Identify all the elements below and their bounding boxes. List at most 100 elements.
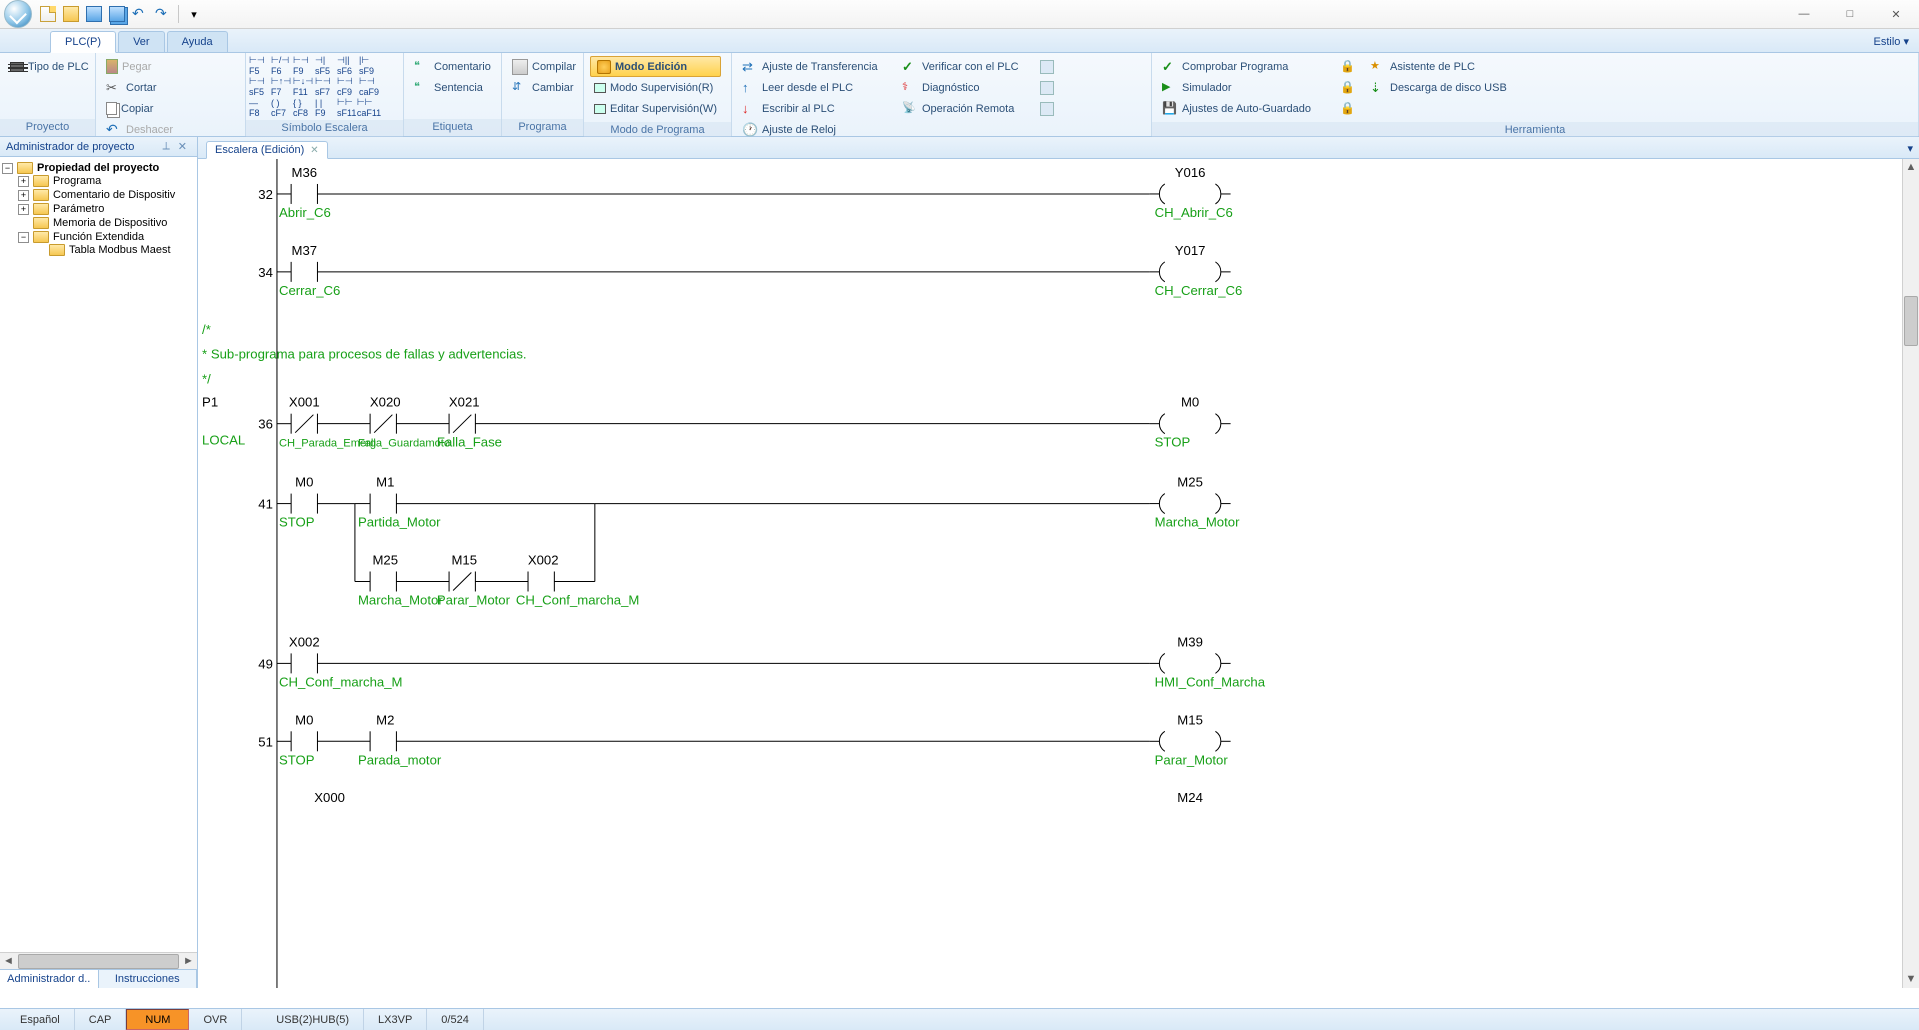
maximize-button[interactable]: □ — [1827, 0, 1873, 29]
tree-programa[interactable]: Programa — [51, 175, 101, 187]
svg-text:M2: M2 — [376, 712, 394, 727]
ladder-symbol[interactable]: ⊢⊣ sF5 — [248, 76, 270, 97]
tool-lock-1[interactable] — [1336, 56, 1356, 77]
qat-undo[interactable] — [130, 4, 150, 24]
svg-text:HMI_Conf_Marcha: HMI_Conf_Marcha — [1155, 674, 1266, 689]
tool-lock-3[interactable] — [1336, 98, 1356, 119]
svg-text:M24: M24 — [1177, 790, 1203, 805]
tree-parametro[interactable]: Parámetro — [51, 203, 104, 215]
expander-icon[interactable]: + — [18, 176, 29, 187]
qat-new[interactable] — [38, 4, 58, 24]
minimize-button[interactable]: — — [1781, 0, 1827, 29]
tree-memoria[interactable]: Memoria de Dispositivo — [51, 217, 167, 229]
ladder-symbol[interactable]: ⊢⊣ cF9 — [336, 76, 358, 97]
panel-close-icon[interactable]: ✕ — [174, 140, 191, 153]
status-ovr: OVR — [189, 1009, 242, 1030]
plc-wizard-button[interactable]: Asistente de PLC — [1366, 56, 1511, 77]
ladder-symbol[interactable]: — F8 — [248, 97, 270, 118]
folder-icon — [33, 189, 49, 201]
tree-comentario[interactable]: Comentario de Dispositiv — [51, 189, 175, 201]
close-button[interactable]: ✕ — [1873, 0, 1919, 29]
edit-mode-button[interactable]: Modo Edición — [590, 56, 721, 77]
write-plc-button[interactable]: Escribir al PLC — [738, 98, 888, 119]
compile-button[interactable]: Compilar — [508, 56, 580, 77]
monitor-r-button[interactable]: Modo Supervisión(R) — [590, 77, 721, 98]
project-tree[interactable]: − Propiedad del proyecto + Programa + Comen… — [0, 157, 197, 952]
pin-icon[interactable]: ⟂ — [158, 140, 173, 153]
comment-button[interactable]: Comentario — [410, 56, 495, 77]
remote-op-button[interactable]: Operación Remota — [898, 98, 1026, 119]
ladder-symbol[interactable]: ⊢↑⊣ F7 — [270, 76, 292, 97]
ladder-symbol[interactable]: ⊢↓⊣ F11 — [292, 76, 314, 97]
app-logo[interactable] — [4, 0, 32, 28]
cut-button[interactable]: Cortar — [102, 77, 161, 98]
svg-text:/*: /* — [202, 322, 211, 337]
group-simbolo: Símbolo Escalera — [246, 120, 403, 137]
qat-saveall[interactable] — [107, 4, 127, 24]
plc-type-button[interactable]: Tipo de PLC — [6, 56, 93, 77]
copy-button[interactable]: Copiar — [102, 98, 161, 119]
ladder-symbol[interactable]: ⊢⊣ F9 — [292, 55, 314, 76]
ladder-symbol[interactable]: ⊢⊢ sF11 — [336, 97, 358, 118]
expander-icon[interactable]: − — [2, 163, 13, 174]
simulator-button[interactable]: Simulador — [1158, 77, 1326, 98]
ladder-symbol[interactable]: ( ) cF7 — [270, 97, 292, 118]
ladder-symbol[interactable]: ⊢⊣ F5 — [248, 55, 270, 76]
ladder-symbol[interactable]: ⊢⊢ caF11 — [358, 97, 380, 118]
svg-text:LOCAL: LOCAL — [202, 433, 245, 448]
expander-icon[interactable]: + — [18, 190, 29, 201]
svg-text:Marcha_Motor: Marcha_Motor — [1155, 515, 1240, 530]
tab-close-icon[interactable]: ✕ — [310, 145, 318, 156]
diagnostic-button[interactable]: Diagnóstico — [898, 77, 1026, 98]
qat-open[interactable] — [61, 4, 81, 24]
status-cap: CAP — [75, 1009, 127, 1030]
verify-plc-button[interactable]: Verificar con el PLC — [898, 56, 1026, 77]
online-small-1[interactable] — [1036, 56, 1056, 77]
svg-text:P1: P1 — [202, 395, 218, 410]
tool-lock-2[interactable] — [1336, 77, 1356, 98]
tree-modbus[interactable]: Tabla Modbus Maest — [67, 244, 171, 256]
ladder-symbol[interactable]: ⊣|| sF6 — [336, 55, 358, 76]
ladder-symbol[interactable]: | | F9 — [314, 97, 336, 118]
qat-redo[interactable] — [153, 4, 173, 24]
tab-ver[interactable]: Ver — [118, 31, 165, 52]
tab-plc[interactable]: PLC(P) — [50, 31, 116, 53]
editor-tabs-dropdown[interactable]: ▾ — [1901, 139, 1919, 158]
usb-download-button[interactable]: Descarga de disco USB — [1366, 77, 1511, 98]
ladder-symbol[interactable]: ⊢⊣ caF9 — [358, 76, 380, 97]
scroll-thumb[interactable] — [1904, 296, 1918, 346]
read-plc-button[interactable]: Leer desde el PLC — [738, 77, 888, 98]
ladder-symbol[interactable]: ⊢/⊣ F6 — [270, 55, 292, 76]
qat-save[interactable] — [84, 4, 104, 24]
ladder-symbol[interactable]: ⊢⊣ sF7 — [314, 76, 336, 97]
statement-button[interactable]: Sentencia — [410, 77, 495, 98]
panel-tab-instr[interactable]: Instrucciones — [99, 970, 198, 988]
paste-button[interactable]: Pegar — [102, 56, 161, 77]
ladder-symbol[interactable]: |⊢ sF9 — [358, 55, 380, 76]
expander-icon[interactable]: + — [18, 204, 29, 215]
expander-icon[interactable]: − — [18, 232, 29, 243]
switch-button[interactable]: Cambiar — [508, 77, 580, 98]
ladder-symbol[interactable]: { } cF8 — [292, 97, 314, 118]
online-small-3[interactable] — [1036, 98, 1056, 119]
tree-funcion[interactable]: Función Extendida — [51, 231, 144, 243]
monitor-w-button[interactable]: Editar Supervisión(W) — [590, 98, 721, 119]
transfer-settings-button[interactable]: Ajuste de Transferencia — [738, 56, 888, 77]
tab-ayuda[interactable]: Ayuda — [167, 31, 228, 52]
autosave-button[interactable]: Ajustes de Auto-Guardado — [1158, 98, 1326, 119]
ladder-canvas[interactable]: 32 M36 Abrir_C6 Y016 CH_Abrir_C6 34 M37 — [198, 159, 1919, 988]
editor-vscrollbar[interactable]: ▲▼ — [1902, 159, 1919, 988]
tree-root[interactable]: Propiedad del proyecto — [35, 162, 159, 174]
ladder-symbol[interactable]: ⊣| sF5 — [314, 55, 336, 76]
folder-icon — [33, 175, 49, 187]
status-bar: Español CAP NUM OVR USB(2)HUB(5) LX3VP 0… — [0, 1008, 1919, 1030]
style-dropdown[interactable]: Estilo ▾ — [1864, 31, 1919, 52]
panel-hscrollbar[interactable]: ◄► — [0, 952, 197, 969]
online-small-2[interactable] — [1036, 77, 1056, 98]
qat-customize[interactable]: ▾ — [184, 4, 204, 24]
svg-text:M25: M25 — [1177, 475, 1203, 490]
check-program-button[interactable]: Comprobar Programa — [1158, 56, 1326, 77]
ladder-symbol-grid[interactable]: ⊢⊣ F5⊢/⊣ F6⊢⊣ F9⊣| sF5⊣|| sF6|⊢ sF9 ⊢⊣ sF… — [248, 55, 380, 118]
panel-tab-admin[interactable]: Administrador d.. — [0, 970, 99, 988]
editor-tab-ladder[interactable]: Escalera (Edición)✕ — [206, 141, 328, 159]
